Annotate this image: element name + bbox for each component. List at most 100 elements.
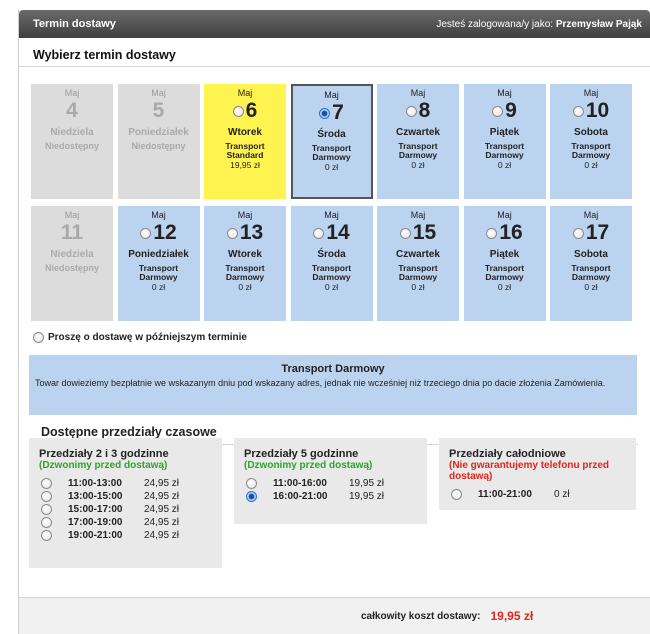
month-label: Maj (237, 210, 253, 220)
day-number-text: 10 (585, 99, 610, 122)
radio-icon[interactable] (232, 106, 244, 117)
slot-price: 24,95 zł (144, 517, 180, 528)
day-number-text: 9 (505, 99, 517, 122)
radio-icon[interactable] (246, 491, 257, 502)
radio-icon[interactable] (41, 517, 52, 528)
weekday-label: Środa (317, 249, 346, 260)
slot-option[interactable]: 13:00-15:00 24,95 zł (39, 490, 214, 503)
slot-option[interactable]: 16:00-21:00 19,95 zł (244, 490, 419, 503)
transport-price: 0 zł (324, 162, 339, 172)
day-cell[interactable]: Maj 13 Wtorek Transport Darmowy 0 zł (204, 206, 286, 321)
unavailable-label: Niedostępny (44, 263, 99, 273)
radio-icon[interactable] (492, 106, 504, 117)
radio-icon[interactable] (313, 228, 325, 239)
day-number: 14 (291, 221, 373, 244)
day-cell: Maj 11 Niedziela Niedostępny (31, 206, 113, 321)
delivery-panel: Termin dostawy Jesteś zalogowana/y jako:… (18, 10, 650, 634)
transport-type: Standard (226, 150, 264, 160)
slot-price: 24,95 zł (144, 504, 180, 515)
transport-info-box: Transport Darmowy Towar dowieziemy bezpł… (29, 355, 637, 415)
radio-icon[interactable] (572, 106, 584, 117)
day-cell[interactable]: Maj 17 Sobota Transport Darmowy 0 zł (550, 206, 632, 321)
day-number: 6 (204, 99, 286, 122)
day-cell[interactable]: Maj 16 Piątek Transport Darmowy 0 zł (463, 206, 546, 321)
transport-type: Darmowy (312, 272, 351, 282)
radio-icon[interactable] (41, 491, 52, 502)
transport-price: 0 zł (584, 160, 598, 170)
radio-icon[interactable] (41, 530, 52, 541)
day-number: 12 (118, 221, 200, 244)
radio-icon[interactable] (486, 228, 498, 239)
day-number: 9 (464, 99, 546, 122)
weekday-label: Środa (317, 129, 346, 140)
transport-type: Darmowy (485, 150, 524, 160)
day-cell[interactable]: Maj 15 Czwartek Transport Darmowy 0 zł (377, 206, 459, 321)
day-number-text: 15 (412, 221, 437, 244)
slot-price: 24,95 zł (144, 478, 180, 489)
day-cell[interactable]: Maj 6 Wtorek Transport Standard 19,95 zł (204, 84, 286, 199)
transport-type: Darmowy (398, 150, 438, 160)
radio-icon[interactable] (33, 332, 44, 343)
later-delivery-option[interactable]: Proszę o dostawę w późniejszym terminie (33, 332, 247, 343)
day-cell[interactable]: Maj 7 Środa Transport Darmowy 0 zł (290, 84, 373, 199)
day-number: 7 (293, 101, 371, 124)
radio-icon[interactable] (226, 228, 238, 239)
slot-time: 16:00-21:00 (273, 491, 328, 502)
slot-option[interactable]: 15:00-17:00 24,95 zł (39, 503, 214, 516)
day-number-text: 16 (499, 221, 523, 244)
transport-price: 0 zł (584, 282, 598, 292)
slot-group: Przedziały 5 godzinne (Dzwonimy przed dos… (234, 438, 427, 524)
radio-icon[interactable] (399, 228, 411, 239)
panel-title: Termin dostawy (33, 18, 116, 30)
transport-price: 0 zł (324, 282, 339, 292)
weekday-label: Poniedziałek (128, 249, 189, 260)
day-cell[interactable]: Maj 9 Piątek Transport Darmowy 0 zł (463, 84, 546, 199)
radio-icon[interactable] (41, 478, 52, 489)
divider (19, 66, 650, 67)
radio-icon[interactable] (451, 489, 462, 500)
day-number-text: 17 (585, 221, 610, 244)
day-number-text: 8 (418, 99, 431, 122)
slot-option[interactable]: 11:00-21:00 0 zł (449, 488, 628, 501)
transport-type: Darmowy (225, 272, 265, 282)
month-label: Maj (151, 210, 166, 220)
transport-type: Darmowy (398, 272, 438, 282)
transport-type: Darmowy (485, 272, 524, 282)
slot-option[interactable]: 19:00-21:00 24,95 zł (39, 529, 214, 542)
day-number: 11 (31, 221, 113, 244)
weekday-label: Niedziela (50, 249, 94, 260)
day-number: 17 (550, 221, 632, 244)
radio-icon[interactable] (572, 228, 584, 239)
month-label: Maj (497, 88, 512, 98)
slot-option[interactable]: 11:00-16:00 19,95 zł (244, 477, 419, 490)
slot-option[interactable]: 17:00-19:00 24,95 zł (39, 516, 214, 529)
transport-price: 0 zł (411, 160, 425, 170)
slot-time: 11:00-16:00 (273, 478, 327, 489)
unavailable-label: Niedostępny (44, 141, 99, 151)
transport-type: Darmowy (571, 272, 611, 282)
day-number: 13 (204, 221, 286, 244)
day-cell[interactable]: Maj 10 Sobota Transport Darmowy 0 zł (550, 84, 632, 199)
day-cell[interactable]: Maj 12 Poniedziałek Transport Darmowy 0 zł (117, 206, 200, 321)
day-cell[interactable]: Maj 8 Czwartek Transport Darmowy 0 zł (377, 84, 459, 199)
weekday-label: Sobota (574, 249, 608, 260)
radio-icon[interactable] (246, 478, 257, 489)
day-cell[interactable]: Maj 14 Środa Transport Darmowy 0 zł (290, 206, 373, 321)
weekday-label: Piątek (489, 249, 520, 260)
radio-icon[interactable] (41, 504, 52, 515)
transport-type: Darmowy (312, 152, 351, 162)
title-bar: Termin dostawy Jesteś zalogowana/y jako:… (19, 10, 650, 38)
slot-option[interactable]: 11:00-13:00 24,95 zł (39, 477, 214, 490)
slot-price: 24,95 zł (144, 491, 180, 502)
day-number-text: 4 (66, 99, 78, 122)
radio-icon[interactable] (405, 106, 417, 117)
slot-group-note: (Dzwonimy przed dostawą) (39, 460, 168, 471)
day-cell: Maj 5 Poniedziałek Niedostępny (117, 84, 200, 199)
info-text: Towar dowieziemy bezpłatnie we wskazanym… (35, 378, 606, 388)
radio-icon[interactable] (140, 228, 152, 239)
month-label: Maj (583, 88, 599, 98)
slot-price: 0 zł (554, 489, 570, 500)
radio-icon[interactable] (319, 108, 331, 119)
weekday-label: Sobota (574, 127, 608, 138)
day-number: 10 (550, 99, 632, 122)
